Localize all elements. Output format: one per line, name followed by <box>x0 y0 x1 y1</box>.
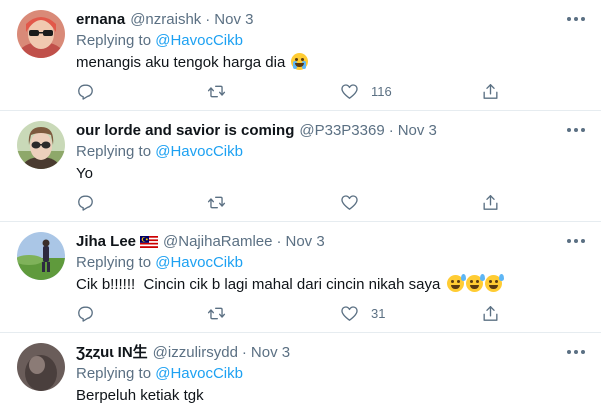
heart-icon <box>341 83 358 99</box>
grinning-sweat-face-icon <box>484 274 504 292</box>
retweet-icon <box>207 85 226 97</box>
replying-prefix: Replying to <box>76 32 152 49</box>
retweet-button[interactable] <box>207 192 238 212</box>
grinning-sweat-face-icon <box>446 274 466 292</box>
display-name[interactable]: ernana <box>76 10 125 30</box>
heart-icon <box>341 305 358 321</box>
replying-to: Replying to @HavocCikb <box>76 253 587 273</box>
replying-to: Replying to @HavocCikb <box>76 31 587 51</box>
like-count: 116 <box>371 83 392 99</box>
user-handle[interactable]: @NajihaRamlee <box>163 232 272 252</box>
separator-dot: · <box>205 11 211 28</box>
separator-dot: · <box>388 122 394 139</box>
malaysia-flag-icon <box>140 236 159 248</box>
share-icon <box>483 305 498 321</box>
tweet-date[interactable]: Nov 3 <box>214 10 253 30</box>
share-icon <box>483 194 498 210</box>
replying-to-link[interactable]: @HavocCikb <box>155 143 243 160</box>
replying-prefix: Replying to <box>76 143 152 160</box>
user-handle[interactable]: @izzulirsydd <box>153 343 238 363</box>
user-handle[interactable]: @nzraishk <box>130 10 201 30</box>
display-name[interactable]: Ʒȥȥuɩ IN生 <box>76 343 148 363</box>
more-options-icon[interactable] <box>567 232 585 250</box>
replying-to-link[interactable]: @HavocCikb <box>155 254 243 271</box>
grinning-sweat-face-icon <box>465 274 485 292</box>
share-button[interactable] <box>481 81 500 101</box>
tweet[interactable]: Ʒȥȥuɩ IN生 @izzulirsydd · Nov 3 Replying … <box>0 333 601 408</box>
tweet-date[interactable]: Nov 3 <box>251 343 290 363</box>
more-options-icon[interactable] <box>567 121 585 139</box>
heart-icon <box>341 194 358 210</box>
replying-to: Replying to @HavocCikb <box>76 142 587 162</box>
tweet[interactable]: our lorde and savior is coming @P33P3369… <box>0 111 601 222</box>
tweet-text-body: Berpeluh ketiak tgk <box>76 387 204 404</box>
tweet-text-body: menangis aku tengok harga dia <box>76 54 286 71</box>
tweet[interactable]: Jiha Lee @NajihaRamlee · Nov 3 Replying … <box>0 222 601 333</box>
tweet-text: Berpeluh ketiak tgk <box>76 386 587 406</box>
avatar[interactable] <box>17 121 65 169</box>
reply-button[interactable] <box>76 81 107 101</box>
tweet-date[interactable]: Nov 3 <box>398 121 437 141</box>
reply-button[interactable] <box>76 303 107 323</box>
retweet-icon <box>207 196 226 208</box>
replying-to-link[interactable]: @HavocCikb <box>155 32 243 49</box>
avatar[interactable] <box>17 232 65 280</box>
separator-dot: · <box>241 344 247 361</box>
avatar[interactable] <box>17 10 65 58</box>
reply-icon <box>78 305 93 322</box>
retweet-button[interactable] <box>207 303 238 323</box>
tweet-text-body: Cik b!!!!!! Cincin cik b lagi mahal dari… <box>76 276 441 293</box>
like-button[interactable]: 31 <box>340 303 385 323</box>
replying-to: Replying to @HavocCikb <box>76 364 587 384</box>
share-icon <box>483 83 498 99</box>
replying-to-link[interactable]: @HavocCikb <box>155 365 243 382</box>
reply-icon <box>78 194 93 211</box>
like-count: 31 <box>371 305 386 321</box>
reply-button[interactable] <box>76 192 107 212</box>
display-name[interactable]: our lorde and savior is coming <box>76 121 294 141</box>
tweet-text: Yo <box>76 164 587 184</box>
tweet-date[interactable]: Nov 3 <box>285 232 324 252</box>
tweet-text-body: Yo <box>76 165 93 182</box>
share-button[interactable] <box>481 303 500 323</box>
display-name[interactable]: Jiha Lee <box>76 232 136 252</box>
loudly-crying-face-icon <box>291 53 309 70</box>
like-button[interactable] <box>340 192 371 212</box>
retweet-button[interactable] <box>207 81 238 101</box>
like-button[interactable]: 116 <box>340 81 392 101</box>
replying-prefix: Replying to <box>76 254 152 271</box>
tweet[interactable]: ernana @nzraishk · Nov 3 Replying to @Ha… <box>0 0 601 111</box>
replying-prefix: Replying to <box>76 365 152 382</box>
avatar[interactable] <box>17 343 65 391</box>
tweet-text: menangis aku tengok harga dia <box>76 53 587 73</box>
tweet-text: Cik b!!!!!! Cincin cik b lagi mahal dari… <box>76 274 587 295</box>
share-button[interactable] <box>481 192 500 212</box>
retweet-icon <box>207 307 226 319</box>
user-handle[interactable]: @P33P3369 <box>299 121 384 141</box>
more-options-icon[interactable] <box>567 10 585 28</box>
more-options-icon[interactable] <box>567 343 585 361</box>
reply-icon <box>78 83 93 100</box>
separator-dot: · <box>276 233 282 250</box>
